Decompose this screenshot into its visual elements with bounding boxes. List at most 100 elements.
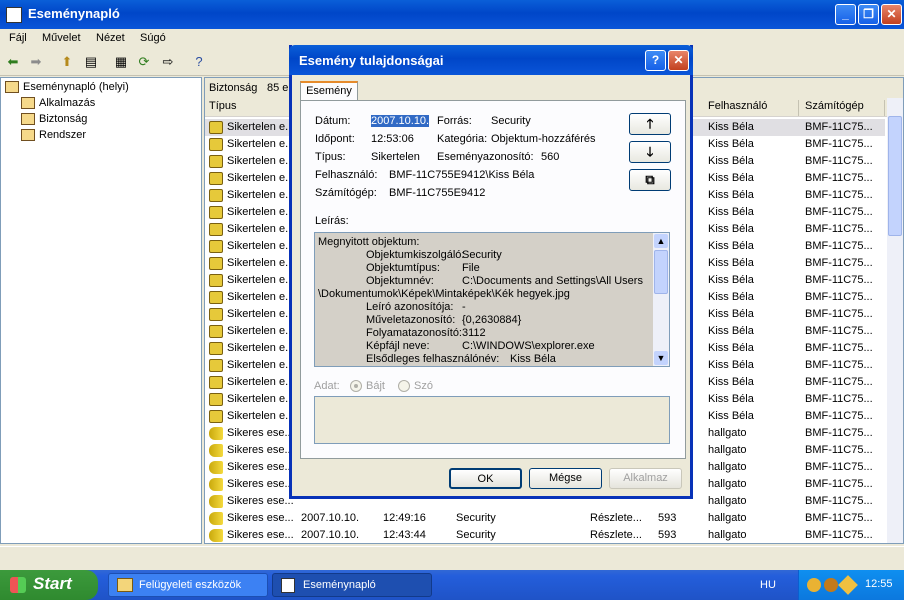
dialog-title: Esemény tulajdonságai bbox=[299, 53, 444, 68]
bytes-radio-label: Bájt bbox=[366, 380, 385, 392]
cell-computer: BMF-11C75... bbox=[805, 393, 873, 405]
app-icon bbox=[6, 7, 22, 23]
copy-button[interactable]: ⧉ bbox=[629, 169, 671, 191]
description-line-value: C:\Documents and Settings\All Users bbox=[462, 275, 643, 287]
cell-computer: BMF-11C75... bbox=[805, 495, 873, 507]
ok-button[interactable]: OK bbox=[449, 468, 522, 489]
dialog-title-bar[interactable]: Esemény tulajdonságai ? ✕ bbox=[289, 45, 693, 75]
tree-item-system[interactable]: Rendszer bbox=[21, 129, 86, 145]
cancel-button[interactable]: Mégse bbox=[529, 468, 602, 489]
tray-icon-3[interactable] bbox=[838, 575, 858, 595]
event-properties-dialog: Esemény Dátum: 2007.10.10. Forrás: Secur… bbox=[289, 45, 693, 499]
next-event-button[interactable]: 🡓 bbox=[629, 141, 671, 163]
cell-type: Sikertelen e... bbox=[227, 325, 295, 337]
system-tray: 12:55 bbox=[798, 570, 904, 600]
time-label: Időpont: bbox=[315, 133, 355, 145]
cell-user: Kiss Béla bbox=[708, 376, 754, 388]
description-line-label: Objektumnév: bbox=[366, 275, 434, 287]
description-box[interactable]: Megnyitott objektum: Objektumkiszolgáló: S… bbox=[314, 232, 670, 367]
table-row[interactable]: Sikeres ese... 2007.10.10. 12:49:16 Securit… bbox=[205, 510, 885, 527]
cell-computer: BMF-11C75... bbox=[805, 257, 873, 269]
close-button[interactable]: ✕ bbox=[881, 4, 902, 25]
category-value[interactable]: Objektum-hozzáférés bbox=[491, 133, 596, 145]
forward-arrow-icon[interactable]: ➡ bbox=[26, 52, 46, 72]
cell-type: Sikeres ese... bbox=[227, 495, 294, 507]
cell-computer: BMF-11C75... bbox=[805, 223, 873, 235]
event-viewer-icon bbox=[281, 578, 295, 593]
lock-icon bbox=[209, 189, 223, 202]
cell-user: hallgato bbox=[708, 427, 747, 439]
bytes-radio[interactable] bbox=[350, 380, 362, 392]
time-value[interactable]: 12:53:06 bbox=[371, 133, 414, 145]
properties-icon[interactable]: ▦ bbox=[111, 52, 131, 72]
export-list-icon[interactable]: ⇨ bbox=[158, 52, 178, 72]
tab-event[interactable]: Esemény bbox=[300, 81, 358, 101]
event-id-value[interactable]: 560 bbox=[541, 151, 559, 163]
cell-type: Sikeres ese... bbox=[227, 427, 294, 439]
tray-icon-1[interactable] bbox=[807, 578, 821, 592]
description-line-label: Objektumtípus: bbox=[366, 262, 440, 274]
key-icon bbox=[209, 495, 223, 508]
data-box[interactable] bbox=[314, 396, 670, 444]
copy-icon: ⧉ bbox=[645, 172, 655, 187]
type-label: Típus: bbox=[315, 151, 346, 163]
minimize-button[interactable]: _ bbox=[835, 4, 856, 25]
up-folder-icon[interactable]: ⬆ bbox=[57, 52, 77, 72]
words-radio[interactable] bbox=[398, 380, 410, 392]
user-value[interactable]: BMF-11C755E9412\Kiss Béla bbox=[389, 169, 534, 181]
lock-icon bbox=[209, 359, 223, 372]
cell-type: Sikertelen e... bbox=[227, 274, 295, 286]
type-value[interactable]: Sikertelen bbox=[371, 151, 420, 163]
computer-value[interactable]: BMF-11C755E9412 bbox=[389, 187, 485, 199]
cell-user: hallgato bbox=[708, 512, 747, 524]
menu-help[interactable]: Súgó bbox=[140, 32, 166, 44]
help-icon[interactable]: ? bbox=[189, 52, 209, 72]
lock-icon bbox=[209, 274, 223, 287]
menu-action[interactable]: Művelet bbox=[42, 32, 81, 44]
tree-item-security[interactable]: Biztonság bbox=[21, 113, 87, 129]
cell-type: Sikertelen e... bbox=[227, 189, 295, 201]
taskbar: Start Felügyeleti eszközök Eseménynapló … bbox=[0, 570, 904, 600]
previous-event-button[interactable]: 🡑 bbox=[629, 113, 671, 135]
maximize-button[interactable]: ❐ bbox=[858, 4, 879, 25]
description-line-label: \Dokumentumok\Képek\Mintaképek\Kék hegye… bbox=[318, 288, 570, 300]
list-scroll-thumb[interactable] bbox=[888, 116, 902, 236]
cell-type: Sikertelen e... bbox=[227, 359, 295, 371]
refresh-icon[interactable]: ⟳ bbox=[134, 52, 154, 72]
title-bar[interactable]: Eseménynapló _ ❐ ✕ bbox=[0, 0, 904, 29]
language-indicator[interactable]: HU bbox=[760, 579, 776, 591]
column-user[interactable]: Felhasználó bbox=[704, 100, 799, 116]
show-hide-tree-icon[interactable]: ▤ bbox=[81, 52, 101, 72]
cell-type: Sikeres ese... bbox=[227, 529, 294, 541]
cell-computer: BMF-11C75... bbox=[805, 461, 873, 473]
table-row[interactable]: Sikeres ese... 2007.10.10. 12:43:44 Securit… bbox=[205, 527, 885, 543]
task-event-viewer[interactable]: Eseménynapló bbox=[272, 573, 432, 597]
description-scrollbar[interactable]: ▲ ▼ bbox=[653, 233, 669, 366]
back-arrow-icon[interactable]: ⬅ bbox=[3, 52, 23, 72]
task-admin-tools[interactable]: Felügyeleti eszközök bbox=[108, 573, 268, 597]
scroll-down-icon[interactable]: ▼ bbox=[654, 351, 668, 365]
description-scroll-thumb[interactable] bbox=[654, 250, 668, 294]
cell-type: Sikertelen e... bbox=[227, 121, 295, 133]
cell-user: hallgato bbox=[708, 529, 747, 541]
cell-user: Kiss Béla bbox=[708, 138, 754, 150]
cell-type: Sikertelen e... bbox=[227, 393, 295, 405]
tree-root[interactable]: Eseménynapló (helyi) bbox=[5, 81, 129, 97]
cell-user: Kiss Béla bbox=[708, 189, 754, 201]
dialog-close-button[interactable]: ✕ bbox=[668, 50, 689, 71]
start-button[interactable]: Start bbox=[0, 570, 98, 600]
scroll-up-icon[interactable]: ▲ bbox=[654, 234, 668, 248]
date-value[interactable]: 2007.10.10. bbox=[371, 115, 430, 127]
description-line-label: Elsődleges felhasználónév: bbox=[366, 353, 500, 365]
menu-view[interactable]: Nézet bbox=[96, 32, 125, 44]
source-value[interactable]: Security bbox=[491, 115, 531, 127]
tree-item-application[interactable]: Alkalmazás bbox=[21, 97, 95, 113]
column-computer[interactable]: Számítógép bbox=[801, 100, 885, 116]
dialog-help-button[interactable]: ? bbox=[645, 50, 666, 71]
menu-file[interactable]: Fájl bbox=[9, 32, 27, 44]
cell-computer: BMF-11C75... bbox=[805, 172, 873, 184]
column-type[interactable]: Típus bbox=[205, 100, 290, 116]
tray-icon-2[interactable] bbox=[824, 578, 838, 592]
cell-type: Sikeres ese... bbox=[227, 512, 294, 524]
apply-button[interactable]: Alkalmaz bbox=[609, 468, 682, 489]
